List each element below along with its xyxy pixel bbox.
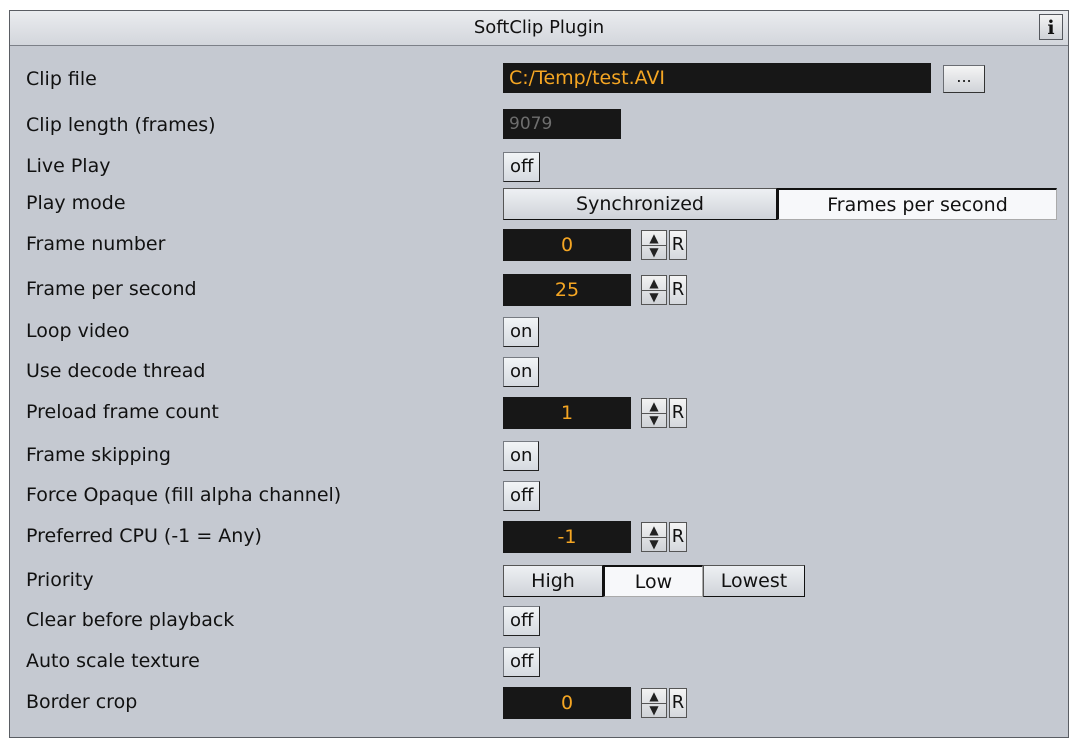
row-force-opaque: Force Opaque (fill alpha channel) off (10, 475, 1068, 516)
frame-number-input[interactable]: 0 (503, 229, 631, 261)
clear-before-playback-label: Clear before playback (26, 609, 235, 631)
row-border-crop: Border crop 0 ▲ ▼ R (10, 682, 1068, 723)
row-preferred-cpu: Preferred CPU (-1 = Any) -1 ▲ ▼ R (10, 516, 1068, 557)
arrow-down-icon[interactable]: ▼ (642, 537, 666, 551)
row-use-decode-thread: Use decode thread on (10, 351, 1068, 392)
row-clear-before-playback: Clear before playback off (10, 600, 1068, 641)
clear-before-playback-toggle[interactable]: off (503, 606, 541, 636)
browse-button[interactable]: ... (943, 65, 985, 93)
panel-title: SoftClip Plugin (10, 11, 1068, 46)
preferred-cpu-reset-button[interactable]: R (669, 522, 687, 552)
frame-number-spinner[interactable]: ▲ ▼ (641, 230, 667, 260)
preferred-cpu-spinner[interactable]: ▲ ▼ (641, 522, 667, 552)
frame-per-second-spinner[interactable]: ▲ ▼ (641, 275, 667, 305)
frame-per-second-reset-button[interactable]: R (669, 275, 687, 305)
row-live-play: Live Play off (10, 146, 1068, 187)
row-preload-frame-count: Preload frame count 1 ▲ ▼ R (10, 392, 1068, 433)
use-decode-thread-label: Use decode thread (26, 360, 206, 382)
preload-frame-count-input[interactable]: 1 (503, 397, 631, 429)
preferred-cpu-input[interactable]: -1 (503, 521, 631, 553)
row-play-mode: Play mode Synchronized Frames per second (10, 183, 1068, 224)
frame-number-reset-button[interactable]: R (669, 230, 687, 260)
play-mode-label: Play mode (26, 192, 126, 214)
arrow-down-icon[interactable]: ▼ (642, 703, 666, 717)
loop-video-label: Loop video (26, 320, 130, 342)
clip-length-field: 9079 (503, 109, 621, 139)
priority-high-button[interactable]: High (503, 565, 603, 597)
clip-file-input[interactable]: C:/Temp/test.AVI (503, 63, 931, 93)
play-mode-synchronized-button[interactable]: Synchronized (503, 188, 777, 220)
border-crop-spinner[interactable]: ▲ ▼ (641, 688, 667, 718)
info-icon[interactable]: i (1039, 14, 1063, 40)
row-auto-scale-texture: Auto scale texture off (10, 641, 1068, 682)
use-decode-thread-toggle[interactable]: on (503, 357, 540, 387)
arrow-up-icon[interactable]: ▲ (642, 399, 666, 414)
softclip-plugin-panel: SoftClip Plugin i Clip file C:/Temp/test… (9, 10, 1069, 738)
arrow-down-icon[interactable]: ▼ (642, 413, 666, 427)
auto-scale-texture-label: Auto scale texture (26, 650, 200, 672)
border-crop-label: Border crop (26, 691, 138, 713)
clip-file-label: Clip file (26, 68, 97, 90)
priority-low-button[interactable]: Low (603, 565, 703, 597)
force-opaque-toggle[interactable]: off (503, 481, 541, 511)
row-clip-length: Clip length (frames) 9079 (10, 105, 1068, 146)
force-opaque-label: Force Opaque (fill alpha channel) (26, 484, 342, 506)
arrow-down-icon[interactable]: ▼ (642, 245, 666, 259)
arrow-up-icon[interactable]: ▲ (642, 276, 666, 291)
row-priority: Priority High Low Lowest (10, 560, 1068, 601)
live-play-toggle[interactable]: off (503, 152, 541, 182)
frame-per-second-input[interactable]: 25 (503, 274, 631, 306)
row-frame-number: Frame number 0 ▲ ▼ R (10, 224, 1068, 265)
arrow-down-icon[interactable]: ▼ (642, 290, 666, 304)
live-play-label: Live Play (26, 155, 111, 177)
border-crop-input[interactable]: 0 (503, 687, 631, 719)
row-frame-per-second: Frame per second 25 ▲ ▼ R (10, 269, 1068, 310)
arrow-up-icon[interactable]: ▲ (642, 523, 666, 538)
play-mode-fps-button[interactable]: Frames per second (777, 188, 1057, 220)
preload-frame-count-spinner[interactable]: ▲ ▼ (641, 398, 667, 428)
row-loop-video: Loop video on (10, 311, 1068, 352)
preload-frame-count-label: Preload frame count (26, 401, 219, 423)
border-crop-reset-button[interactable]: R (669, 688, 687, 718)
row-clip-file: Clip file C:/Temp/test.AVI ... (10, 59, 1068, 100)
preferred-cpu-label: Preferred CPU (-1 = Any) (26, 525, 262, 547)
priority-lowest-button[interactable]: Lowest (703, 565, 805, 597)
auto-scale-texture-toggle[interactable]: off (503, 647, 541, 677)
frame-skipping-label: Frame skipping (26, 444, 171, 466)
arrow-up-icon[interactable]: ▲ (642, 231, 666, 246)
loop-video-toggle[interactable]: on (503, 317, 540, 347)
preload-frame-count-reset-button[interactable]: R (669, 398, 687, 428)
priority-label: Priority (26, 569, 94, 591)
frame-number-label: Frame number (26, 233, 166, 255)
arrow-up-icon[interactable]: ▲ (642, 689, 666, 704)
frame-skipping-toggle[interactable]: on (503, 441, 540, 471)
frame-per-second-label: Frame per second (26, 278, 197, 300)
row-frame-skipping: Frame skipping on (10, 435, 1068, 476)
clip-length-label: Clip length (frames) (26, 114, 216, 136)
